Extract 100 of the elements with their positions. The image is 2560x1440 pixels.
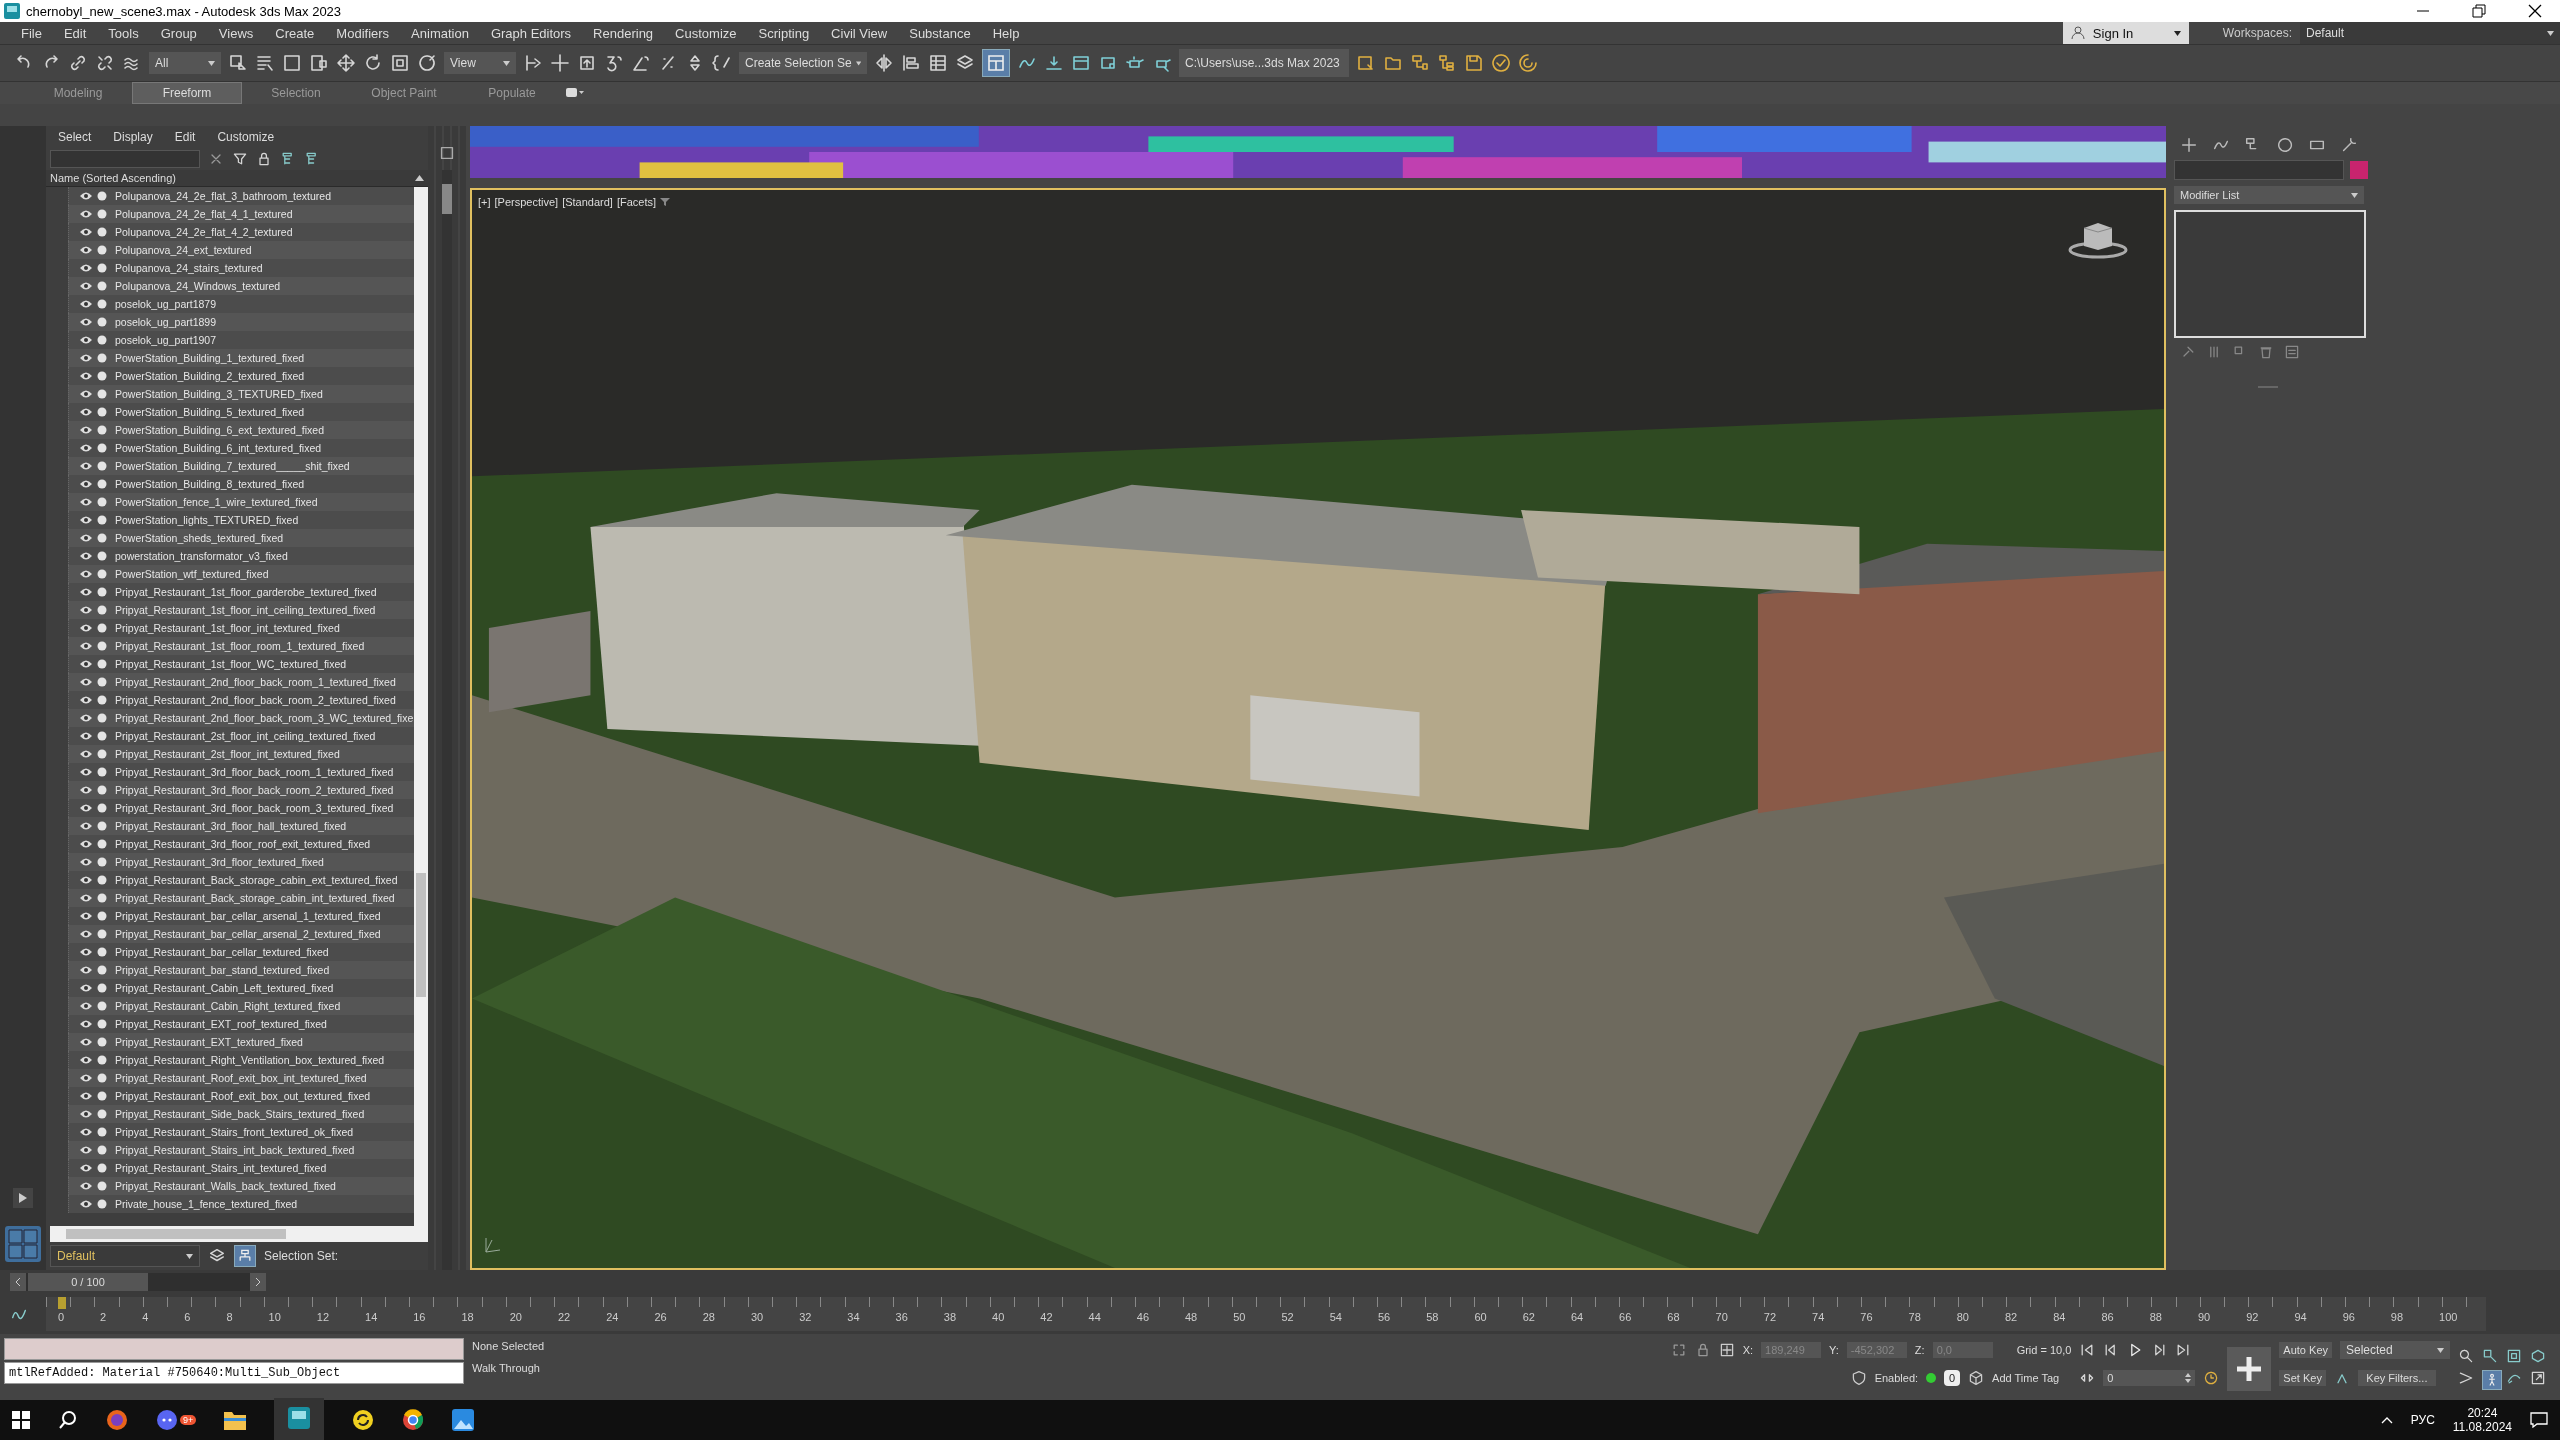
menu-item[interactable]: Civil View bbox=[820, 25, 899, 41]
scale-icon[interactable] bbox=[390, 53, 410, 73]
visibility-icon[interactable] bbox=[79, 443, 93, 453]
visibility-icon[interactable] bbox=[79, 1019, 93, 1029]
cube-icon[interactable] bbox=[1968, 1370, 1985, 1386]
visibility-icon[interactable] bbox=[79, 1181, 93, 1191]
window-crossing-icon[interactable] bbox=[309, 53, 329, 73]
ribbon-tab[interactable]: Freeform bbox=[132, 82, 242, 104]
language-indicator[interactable]: РУС bbox=[2410, 1413, 2435, 1427]
search-icon[interactable] bbox=[58, 1410, 78, 1430]
select-object-icon[interactable] bbox=[228, 53, 248, 73]
color-swatch[interactable] bbox=[2350, 161, 2368, 179]
move-icon[interactable] bbox=[336, 53, 356, 73]
set-key-button[interactable] bbox=[2227, 1347, 2272, 1391]
modeling-app-icon[interactable] bbox=[288, 1406, 311, 1429]
visibility-icon[interactable] bbox=[79, 569, 93, 579]
script-input-field[interactable] bbox=[4, 1338, 464, 1360]
expand-button[interactable] bbox=[13, 1188, 33, 1208]
visibility-icon[interactable] bbox=[79, 1073, 93, 1083]
snap-icon[interactable] bbox=[604, 53, 624, 73]
visibility-icon[interactable] bbox=[79, 479, 93, 489]
mirror-icon[interactable] bbox=[874, 53, 894, 73]
add-time-tag[interactable]: Add Time Tag bbox=[1992, 1372, 2060, 1384]
next-frame-button[interactable] bbox=[250, 1273, 266, 1291]
layer-tool-icon[interactable] bbox=[438, 144, 456, 162]
crosshair-icon[interactable] bbox=[550, 53, 570, 73]
visibility-icon[interactable] bbox=[79, 623, 93, 633]
start-icon[interactable] bbox=[12, 1411, 30, 1429]
align-icon[interactable] bbox=[901, 53, 921, 73]
zoom-all-icon[interactable] bbox=[2482, 1348, 2498, 1364]
layer-dropdown[interactable]: Default bbox=[50, 1245, 200, 1267]
adaptive-counter[interactable]: 0 bbox=[1944, 1370, 1961, 1386]
menu-item[interactable]: Graph Editors bbox=[479, 25, 583, 41]
visibility-icon[interactable] bbox=[79, 425, 93, 435]
menu-item[interactable]: Rendering bbox=[582, 25, 665, 41]
link-icon[interactable] bbox=[68, 53, 88, 73]
visibility-icon[interactable] bbox=[79, 245, 93, 255]
folder-icon[interactable] bbox=[224, 1410, 247, 1430]
column-header[interactable]: Name (Sorted Ascending) bbox=[46, 170, 428, 187]
hierarchy-icon[interactable] bbox=[1410, 53, 1430, 73]
visibility-icon[interactable] bbox=[79, 929, 93, 939]
absolute-mode-icon[interactable] bbox=[1718, 1342, 1735, 1358]
visibility-icon[interactable] bbox=[79, 1163, 93, 1173]
menu-item[interactable]: Modifiers bbox=[325, 25, 401, 41]
key-filters-button[interactable]: Key Filters... bbox=[2357, 1370, 2436, 1386]
visibility-icon[interactable] bbox=[79, 281, 93, 291]
key-mode-dropdown[interactable]: Selected bbox=[2340, 1341, 2450, 1359]
menu-item[interactable]: Group bbox=[149, 25, 208, 41]
menu-item[interactable]: Customize bbox=[664, 25, 748, 41]
named-selection-dropdown[interactable]: Create Selection Se bbox=[739, 52, 867, 74]
project-path-dropdown[interactable]: C:\Users\use...3ds Max 2023 bbox=[1179, 49, 1349, 77]
visibility-icon[interactable] bbox=[79, 893, 93, 903]
visibility-icon[interactable] bbox=[79, 983, 93, 993]
selection-filter-dropdown[interactable]: All bbox=[149, 52, 221, 74]
check-icon[interactable] bbox=[1491, 53, 1511, 73]
visibility-icon[interactable] bbox=[79, 605, 93, 615]
visibility-icon[interactable] bbox=[79, 677, 93, 687]
menu-item[interactable]: Create bbox=[264, 25, 326, 41]
visibility-icon[interactable] bbox=[79, 263, 93, 273]
visibility-icon[interactable] bbox=[79, 317, 93, 327]
filter-icon[interactable] bbox=[660, 197, 671, 207]
previous-frame-button[interactable] bbox=[10, 1273, 26, 1291]
visibility-icon[interactable] bbox=[79, 1037, 93, 1047]
lock-icon[interactable] bbox=[256, 151, 272, 167]
wrench-icon[interactable] bbox=[2340, 136, 2358, 154]
visibility-icon[interactable] bbox=[79, 515, 93, 525]
visibility-icon[interactable] bbox=[79, 461, 93, 471]
visibility-icon[interactable] bbox=[79, 1001, 93, 1011]
time-slider-handle[interactable]: 0 / 100 bbox=[28, 1273, 148, 1291]
visibility-icon[interactable] bbox=[79, 299, 93, 309]
clock-date[interactable]: 11.08.2024 bbox=[2452, 1420, 2512, 1434]
visibility-icon[interactable] bbox=[79, 353, 93, 363]
edit-selection-icon[interactable] bbox=[712, 53, 732, 73]
zoom-extents-icon[interactable] bbox=[2506, 1348, 2522, 1364]
angle-snap-icon[interactable] bbox=[631, 53, 651, 73]
visibility-icon[interactable] bbox=[79, 587, 93, 597]
field-of-view-icon[interactable] bbox=[2458, 1370, 2474, 1386]
visibility-icon[interactable] bbox=[79, 497, 93, 507]
modifier-list-dropdown[interactable]: Modifier List bbox=[2174, 186, 2364, 204]
viewport-label[interactable]: [Standard] bbox=[562, 196, 613, 208]
current-frame-field[interactable]: 0 bbox=[2103, 1370, 2196, 1386]
object-name-field[interactable] bbox=[2174, 160, 2344, 180]
material-icon[interactable] bbox=[1071, 53, 1091, 73]
visibility-icon[interactable] bbox=[79, 191, 93, 201]
search-field[interactable] bbox=[50, 150, 200, 168]
visibility-icon[interactable] bbox=[79, 1109, 93, 1119]
close-icon[interactable] bbox=[2528, 4, 2542, 18]
visibility-icon[interactable] bbox=[79, 227, 93, 237]
config-icon[interactable] bbox=[2284, 344, 2300, 360]
visibility-icon[interactable] bbox=[79, 785, 93, 795]
browser-icon[interactable] bbox=[106, 1409, 128, 1431]
spinner-arrows-icon[interactable] bbox=[2185, 1373, 2192, 1383]
spinner-icon[interactable] bbox=[1518, 53, 1538, 73]
chat-app-icon[interactable] bbox=[156, 1409, 178, 1431]
clock-time[interactable]: 20:24 bbox=[2467, 1406, 2498, 1420]
visibility-icon[interactable] bbox=[79, 1091, 93, 1101]
select-by-name-icon[interactable] bbox=[255, 53, 275, 73]
notification-icon[interactable] bbox=[2530, 1412, 2548, 1428]
explorer-menu-item[interactable]: Edit bbox=[174, 130, 196, 144]
viewport-label[interactable]: [Facets] bbox=[616, 196, 657, 208]
